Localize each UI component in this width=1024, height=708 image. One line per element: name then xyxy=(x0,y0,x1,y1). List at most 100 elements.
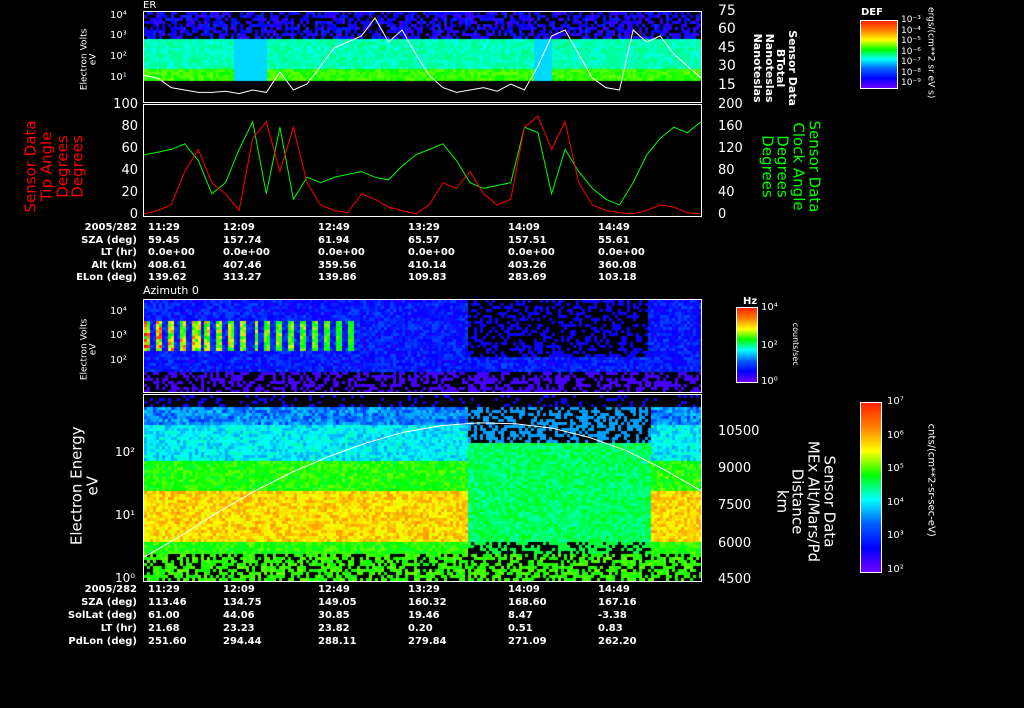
right-tick: 75 xyxy=(718,3,736,19)
cb-tick: 10⁷ xyxy=(887,396,904,407)
cb-tick: 10⁻⁶ xyxy=(901,46,921,57)
row-value: 0.0e+00 xyxy=(598,247,645,258)
ytick: 10⁰ xyxy=(115,571,136,585)
plot-page: ER Electron Volts eV 10⁴ 10³ 10² 10¹ 75 6… xyxy=(0,0,1024,708)
colorbar-hz xyxy=(736,307,758,383)
colorbar1-title: DEF xyxy=(861,7,883,18)
ephemeris-row: ELon (deg) 139.62 313.27 139.86 109.83 283.69… xyxy=(0,272,720,285)
clock-angle-series xyxy=(143,120,702,206)
row-value: 14:09 xyxy=(508,584,540,595)
right-tick: 60 xyxy=(718,21,736,37)
row-label: ELon (deg) xyxy=(76,272,137,283)
label-line: km xyxy=(773,489,792,514)
label-line: MEx Alt/Mars/Pd xyxy=(804,440,823,563)
panel4-ylabel: Electron Energy eV xyxy=(67,416,101,556)
cb-tick: 10⁵ xyxy=(887,463,904,475)
ytick: 10¹ xyxy=(115,508,136,522)
left-tick: 100 xyxy=(113,97,138,112)
row-value: 13:29 xyxy=(408,222,440,233)
right-tick: 7500 xyxy=(718,498,752,513)
row-label: SolLat (deg) xyxy=(67,610,137,621)
right-tick: 30 xyxy=(718,58,736,74)
row-value: 12:09 xyxy=(223,584,255,595)
ytick: 10³ xyxy=(110,30,127,41)
row-value: 139.86 xyxy=(318,272,357,283)
tip-angle-series xyxy=(143,115,702,215)
right-tick: 40 xyxy=(718,185,735,200)
row-value: 23.82 xyxy=(318,623,350,634)
left-tick: 80 xyxy=(121,119,138,134)
ytick: 10⁴ xyxy=(110,10,127,21)
right-tick: 4500 xyxy=(718,572,752,587)
row-value: 0.0e+00 xyxy=(318,247,365,258)
row-value: 0.0e+00 xyxy=(408,247,455,258)
row-label: PdLon (deg) xyxy=(68,636,137,647)
label-line: Degrees xyxy=(774,135,792,198)
row-value: 0.0e+00 xyxy=(223,247,270,258)
row-value: 61.00 xyxy=(148,610,180,621)
row-value: 8.47 xyxy=(508,610,533,621)
cb-tick: 10⁻⁵ xyxy=(901,36,921,46)
left-tick: 20 xyxy=(121,185,138,200)
row-value: 408.61 xyxy=(148,259,187,271)
row-value: 288.11 xyxy=(318,636,357,647)
cb-tick: 10³ xyxy=(887,530,904,542)
cb-tick: 10² xyxy=(887,564,904,575)
ytick: 10² xyxy=(110,51,127,62)
cb-tick: 10⁻⁹ xyxy=(901,78,921,88)
label-line: Sensor Data xyxy=(805,120,824,213)
row-value: 30.85 xyxy=(318,610,350,621)
row-value: 139.62 xyxy=(148,272,187,283)
row-value: 21.68 xyxy=(148,623,180,634)
row-value: 12:49 xyxy=(318,222,350,233)
ylabel-line: eV xyxy=(89,53,99,66)
row-value: 251.60 xyxy=(148,636,187,647)
row-label: SZA (deg) xyxy=(81,234,137,246)
row-value: 271.09 xyxy=(508,636,547,647)
cb-tick: 10⁻⁷ xyxy=(901,57,921,67)
row-value: 0.0e+00 xyxy=(508,247,555,258)
right-tick: 120 xyxy=(718,141,743,156)
azimuth-spectrogram xyxy=(143,299,702,393)
row-value: 149.05 xyxy=(318,597,357,608)
row-value: 279.84 xyxy=(408,636,447,647)
row-value: 14:49 xyxy=(598,584,630,595)
row-label: 2005/282 xyxy=(84,584,137,595)
colorbar4-unit: cnts/(cm**2-sr-sec-eV) xyxy=(925,423,937,537)
ephemeris-row: SolLat (deg) 61.00 44.06 30.85 19.46 8.47 -3.3… xyxy=(0,610,720,623)
row-value: 167.16 xyxy=(598,597,637,608)
row-value: 44.06 xyxy=(223,610,255,621)
ephemeris-row: Alt (km) 408.61 407.46 359.56 410.14 403.26 36… xyxy=(0,260,720,273)
tip-angle-label: Sensor Data Tip Angle Degrees Degrees xyxy=(22,102,87,232)
ytick: 10⁴ xyxy=(110,306,127,317)
right-tick: 10500 xyxy=(718,424,760,439)
row-value: 109.83 xyxy=(408,272,447,283)
right-tick: 0 xyxy=(718,207,727,222)
right-tick: 160 xyxy=(718,119,743,134)
colorbar1-unit: ergs/(cm**2 sr eV s) xyxy=(925,7,936,99)
right-tick: 45 xyxy=(718,40,736,56)
row-label: LT (hr) xyxy=(100,247,137,258)
row-value: -3.38 xyxy=(598,610,627,621)
right-tick: 80 xyxy=(718,163,735,178)
row-label: SZA (deg) xyxy=(81,597,137,608)
right-tick: 9000 xyxy=(718,461,752,476)
row-value: 103.18 xyxy=(598,272,637,283)
label-line: Degrees xyxy=(68,135,87,198)
ytick: 10² xyxy=(115,445,136,459)
row-value: 14:49 xyxy=(598,222,630,233)
row-value: 14:09 xyxy=(508,222,540,233)
row-value: 359.56 xyxy=(318,259,357,271)
row-value: 0.0e+00 xyxy=(148,247,195,258)
row-value: 160.32 xyxy=(408,597,447,608)
label-line: Sensor Data xyxy=(820,455,839,548)
label-line: Distance xyxy=(789,468,807,535)
cb-tick: 10⁻⁸ xyxy=(901,67,921,78)
colorbar-def xyxy=(860,20,898,89)
panel4-right-label: Sensor Data MEx Alt/Mars/Pd Distance km xyxy=(773,427,839,577)
ylabel-line: eV xyxy=(83,476,101,496)
row-value: 113.46 xyxy=(148,597,187,608)
ephemeris-row: 2005/282 11:29 12:09 12:49 13:29 14:09 14:49 xyxy=(0,584,720,597)
cb-tick: 10⁻³ xyxy=(901,15,921,25)
ephemeris-row: SZA (deg) 113.46 134.75 149.05 160.32 168.60 1… xyxy=(0,597,720,610)
